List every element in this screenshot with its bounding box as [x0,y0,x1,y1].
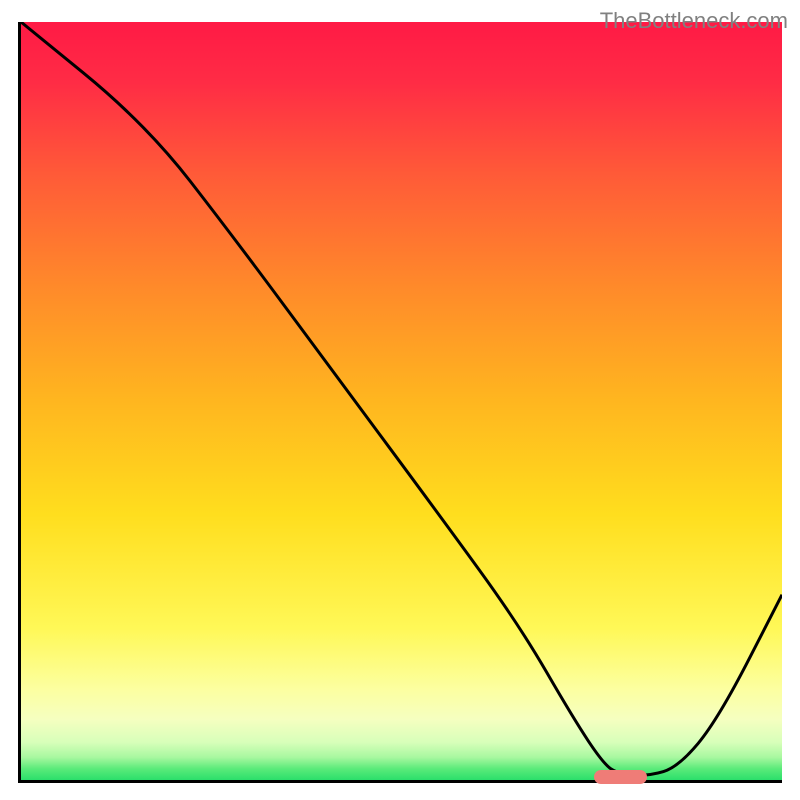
optimal-marker [594,770,647,784]
curve-line [21,22,782,780]
watermark-text: TheBottleneck.com [600,8,788,34]
plot-area [18,22,782,783]
